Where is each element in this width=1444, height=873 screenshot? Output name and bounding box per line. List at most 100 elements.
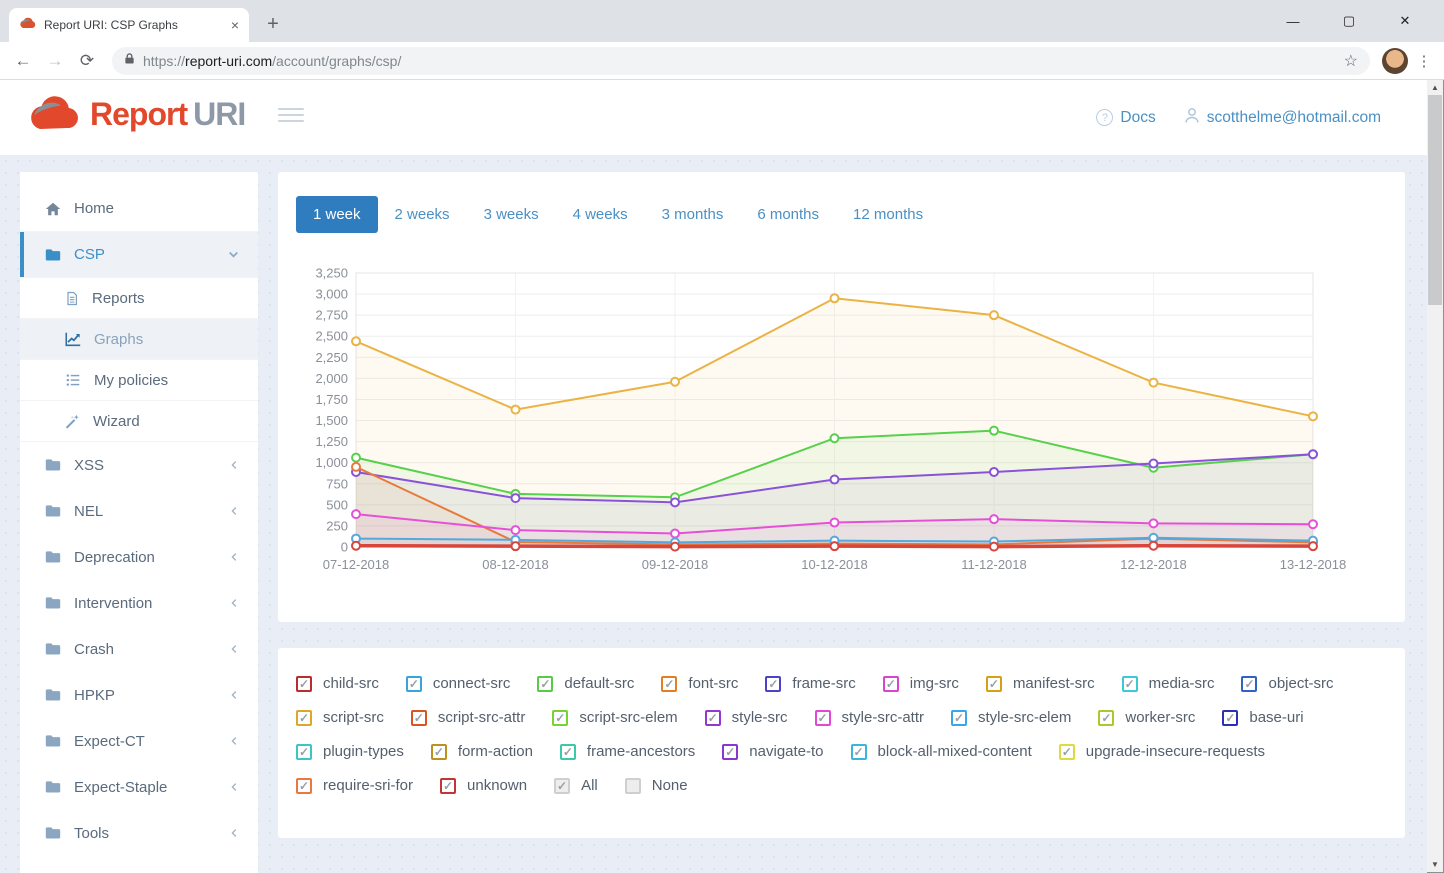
filter-script-src-attr[interactable]: ✓ script-src-attr [411,709,526,726]
filter-media-src[interactable]: ✓ media-src [1122,675,1215,692]
filter-plugin-types[interactable]: ✓ plugin-types [296,743,404,760]
sidebar-item-home[interactable]: Home [20,186,258,232]
checkbox-icon[interactable]: ✓ [552,710,568,726]
data-point-series-gold[interactable] [1309,412,1317,420]
checkbox-icon[interactable]: ✓ [296,710,312,726]
data-point-series-purple[interactable] [1150,460,1158,468]
checkbox-icon[interactable]: ✓ [1222,710,1238,726]
sidebar-item-my-policies[interactable]: My policies [20,360,258,401]
range-tab-2-weeks[interactable]: 2 weeks [378,196,467,233]
filter-form-action[interactable]: ✓ form-action [431,743,533,760]
hamburger-menu-icon[interactable] [278,108,304,122]
filter-require-sri-for[interactable]: ✓ require-sri-for [296,777,413,794]
tab-close-icon[interactable]: × [231,17,239,33]
sidebar-item-intervention[interactable]: Intervention [20,580,258,626]
filter-default-src[interactable]: ✓ default-src [537,675,634,692]
data-point-series-gold[interactable] [512,406,520,414]
checkbox-icon[interactable]: ✓ [1098,710,1114,726]
account-menu[interactable]: scotthelme@hotmail.com [1184,107,1381,129]
data-point-series-purple[interactable] [671,498,679,506]
filter-frame-src[interactable]: ✓ frame-src [765,675,855,692]
checkbox-icon[interactable]: ✓ [440,778,456,794]
checkbox-icon[interactable]: ✓ [406,676,422,692]
filter-worker-src[interactable]: ✓ worker-src [1098,709,1195,726]
checkbox-icon[interactable]: ✓ [537,676,553,692]
checkbox-icon[interactable]: ✓ [296,744,312,760]
filter-all[interactable]: ✓ All [554,777,598,794]
page-scrollbar[interactable]: ▲ ▼ [1427,80,1443,872]
window-close-button[interactable]: ✕ [1396,13,1414,29]
filter-upgrade-insecure-requests[interactable]: ✓ upgrade-insecure-requests [1059,743,1265,760]
checkbox-icon[interactable]: ✓ [296,778,312,794]
checkbox-icon[interactable]: ✓ [1122,676,1138,692]
range-tab-1-week[interactable]: 1 week [296,196,378,233]
back-button-icon[interactable]: ← [10,48,36,74]
filter-navigate-to[interactable]: ✓ navigate-to [722,743,823,760]
range-tab-12-months[interactable]: 12 months [836,196,940,233]
window-maximize-button[interactable]: ▢ [1340,13,1358,29]
checkbox-icon[interactable]: ✓ [661,676,677,692]
checkbox-icon[interactable]: ✓ [1241,676,1257,692]
checkbox-icon[interactable]: ✓ [560,744,576,760]
checkbox-icon[interactable]: ✓ [722,744,738,760]
sidebar-item-expect-staple[interactable]: Expect-Staple [20,764,258,810]
sidebar-item-expect-ct[interactable]: Expect-CT [20,718,258,764]
profile-avatar[interactable] [1382,48,1408,74]
data-point-series-gold[interactable] [990,311,998,319]
checkbox-icon[interactable]: ✓ [986,676,1002,692]
report-uri-logo[interactable]: ReportURI [28,94,245,135]
data-point-series-gold[interactable] [1150,379,1158,387]
sidebar-item-tools[interactable]: Tools [20,810,258,856]
sidebar-item-deprecation[interactable]: Deprecation [20,534,258,580]
checkbox-icon[interactable]: ✓ [765,676,781,692]
data-point-series-red[interactable] [671,543,679,551]
window-minimize-button[interactable]: — [1284,14,1302,29]
range-tab-6-months[interactable]: 6 months [740,196,836,233]
checkbox-icon[interactable]: ✓ [1059,744,1075,760]
filter-connect-src[interactable]: ✓ connect-src [406,675,511,692]
data-point-series-purple[interactable] [831,476,839,484]
filter-block-all-mixed-content[interactable]: ✓ block-all-mixed-content [851,743,1032,760]
checkbox-icon[interactable] [625,778,641,794]
range-tab-3-weeks[interactable]: 3 weeks [467,196,556,233]
data-point-series-red[interactable] [990,543,998,551]
sidebar-item-wizard[interactable]: Wizard [20,401,258,442]
filter-unknown[interactable]: ✓ unknown [440,777,527,794]
data-point-series-magenta[interactable] [831,519,839,527]
data-point-series-gold[interactable] [671,378,679,386]
sidebar-item-hpkp[interactable]: HPKP [20,672,258,718]
data-point-series-red[interactable] [1309,542,1317,550]
scroll-down-arrow-icon[interactable]: ▼ [1427,857,1443,872]
reload-button-icon[interactable]: ⟳ [74,48,100,74]
checkbox-icon[interactable]: ✓ [554,778,570,794]
filter-manifest-src[interactable]: ✓ manifest-src [986,675,1095,692]
checkbox-icon[interactable]: ✓ [851,744,867,760]
checkbox-icon[interactable]: ✓ [296,676,312,692]
docs-link[interactable]: ? Docs [1096,109,1155,127]
sidebar-item-setup[interactable]: Setup [20,856,258,873]
bookmark-star-icon[interactable]: ☆ [1344,51,1358,71]
data-point-series-orange[interactable] [352,463,360,471]
range-tab-4-weeks[interactable]: 4 weeks [556,196,645,233]
filter-img-src[interactable]: ✓ img-src [883,675,959,692]
sidebar-item-graphs[interactable]: Graphs [20,319,258,360]
checkbox-icon[interactable]: ✓ [705,710,721,726]
data-point-series-green[interactable] [352,454,360,462]
filter-style-src-attr[interactable]: ✓ style-src-attr [815,709,925,726]
new-tab-button[interactable]: + [260,12,286,38]
checkbox-icon[interactable]: ✓ [431,744,447,760]
filter-frame-ancestors[interactable]: ✓ frame-ancestors [560,743,695,760]
data-point-series-gold[interactable] [352,337,360,345]
data-point-series-red[interactable] [352,542,360,550]
sidebar-item-csp[interactable]: CSP [20,232,258,278]
filter-font-src[interactable]: ✓ font-src [661,675,738,692]
data-point-series-magenta[interactable] [352,510,360,518]
forward-button-icon[interactable]: → [42,48,68,74]
data-point-series-red[interactable] [1150,542,1158,550]
filter-script-src-elem[interactable]: ✓ script-src-elem [552,709,677,726]
checkbox-icon[interactable]: ✓ [411,710,427,726]
data-point-series-gold[interactable] [831,294,839,302]
data-point-series-magenta[interactable] [990,515,998,523]
data-point-series-magenta[interactable] [512,526,520,534]
filter-style-src-elem[interactable]: ✓ style-src-elem [951,709,1071,726]
